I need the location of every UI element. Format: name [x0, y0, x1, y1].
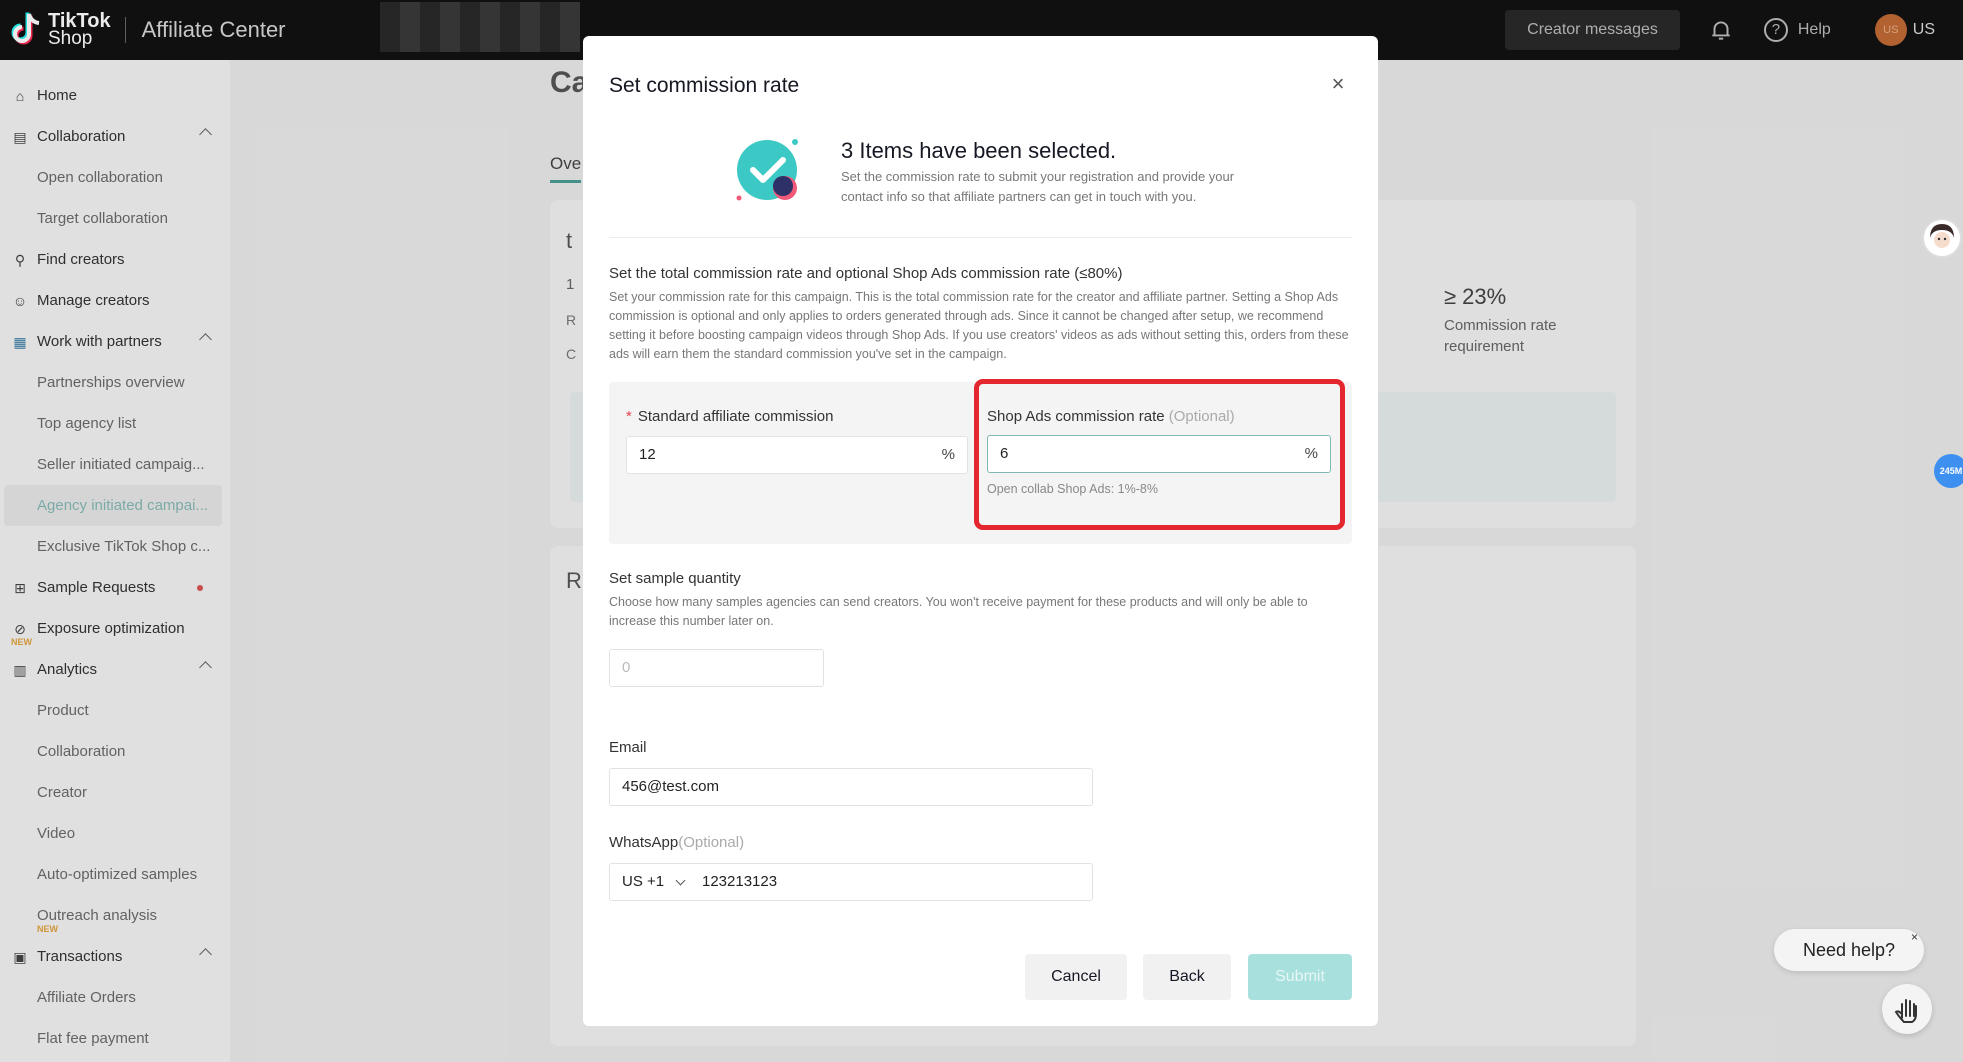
standard-commission-label: * Standard affiliate commission	[626, 408, 834, 425]
whatsapp-label-text: WhatsApp	[609, 834, 679, 851]
commission-section-title: Set the total commission rate and option…	[609, 265, 1123, 282]
submit-button[interactable]: Submit	[1248, 954, 1352, 1000]
close-help-icon[interactable]: ×	[1911, 930, 1918, 944]
required-mark: *	[626, 408, 632, 425]
email-value: 456@test.com	[622, 778, 719, 795]
standard-commission-value: 12	[639, 446, 656, 463]
back-button[interactable]: Back	[1143, 954, 1231, 1000]
need-help-bubble[interactable]: Need help?	[1774, 929, 1924, 971]
whatsapp-number: 123213123	[702, 873, 778, 890]
floating-badge[interactable]: 245M	[1934, 454, 1963, 488]
commission-section-description: Set your commission rate for this campai…	[609, 290, 1349, 361]
optional-tag: (Optional)	[678, 834, 745, 851]
email-field[interactable]: 456@test.com	[609, 768, 1093, 806]
selection-description: Set the commission rate to submit your r…	[841, 169, 1235, 204]
close-icon[interactable]: ×	[1328, 73, 1348, 95]
support-hand-button[interactable]	[1882, 984, 1932, 1034]
percent-suffix: %	[941, 446, 955, 463]
highlight-annotation	[974, 379, 1345, 530]
chevron-down-icon	[675, 875, 686, 886]
cancel-button[interactable]: Cancel	[1025, 954, 1127, 1000]
sample-quantity-placeholder: 0	[622, 659, 631, 676]
standard-commission-input[interactable]: 12 %	[626, 436, 968, 474]
whatsapp-label: WhatsApp(Optional)	[609, 834, 744, 851]
email-label: Email	[609, 739, 647, 756]
sample-quantity-input[interactable]: 0	[609, 649, 824, 687]
modal-title: Set commission rate	[609, 74, 800, 97]
standard-commission-label-text: Standard affiliate commission	[637, 408, 834, 425]
sample-section-title: Set sample quantity	[609, 570, 741, 587]
floating-assistant-avatar[interactable]	[1922, 218, 1962, 258]
country-code-select[interactable]: US +1	[622, 864, 664, 900]
sample-section-description: Choose how many samples agencies can sen…	[609, 595, 1308, 628]
whatsapp-field[interactable]: US +1 123213123	[609, 863, 1093, 901]
divider	[609, 237, 1352, 238]
hand-icon	[1894, 999, 1917, 1023]
selected-check-icon	[736, 139, 798, 201]
set-commission-modal: Set commission rate × 3 Items have been …	[583, 36, 1378, 1026]
assistant-face-icon	[1926, 222, 1958, 254]
selection-title: 3 Items have been selected.	[841, 138, 1117, 163]
